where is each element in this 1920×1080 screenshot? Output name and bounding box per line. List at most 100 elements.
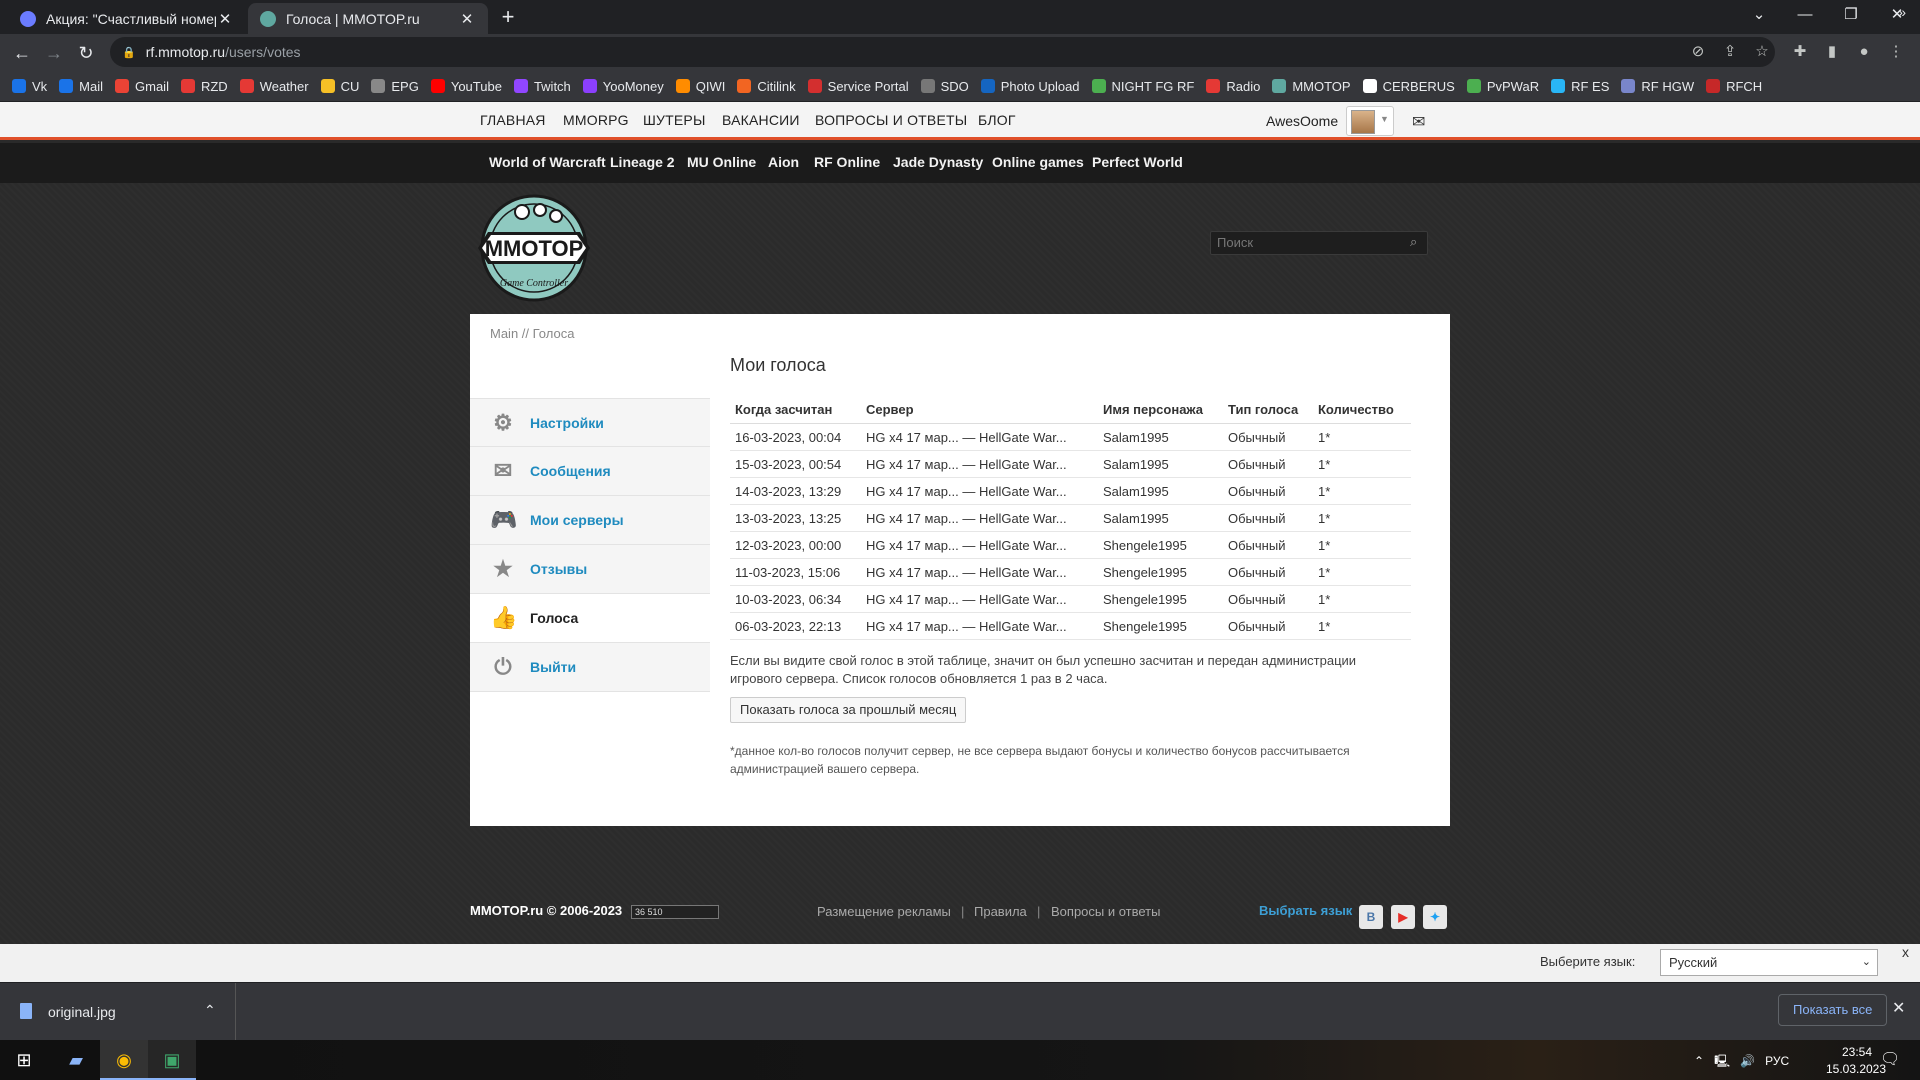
bookmark-star-icon[interactable]: ☆ [1750, 40, 1774, 64]
bookmark-epg[interactable]: EPG [371, 79, 419, 94]
search-input[interactable]: Поиск [1210, 231, 1428, 255]
new-tab-plus-icon[interactable]: + [496, 6, 520, 30]
profile-avatar-icon[interactable]: ● [1852, 40, 1876, 64]
tray-chevron-icon[interactable]: ⌃ [1694, 1054, 1704, 1068]
game-link-mu-online[interactable]: MU Online [687, 154, 756, 170]
network-icon[interactable]: 🖳 [1714, 1054, 1730, 1068]
tab-search-chevron-icon[interactable]: ⌄ [1736, 0, 1782, 32]
youtube-icon[interactable]: ▶ [1391, 905, 1415, 929]
sidebar-item-star[interactable]: ★ Отзывы [470, 545, 710, 594]
pinned-app-icon[interactable]: ▰ [52, 1040, 100, 1080]
chrome-taskbar-icon[interactable]: ◉ [100, 1040, 148, 1080]
language-select[interactable]: Русский ⌄ [1660, 949, 1878, 976]
previous-month-button[interactable]: Показать голоса за прошлый месяц [730, 697, 967, 723]
bookmark-photo-upload[interactable]: Photo Upload [980, 79, 1080, 94]
back-arrow-icon[interactable]: ← [8, 39, 36, 67]
bookmark-cerberus[interactable]: CERBERUS [1362, 79, 1455, 94]
footer-link-ads[interactable]: Размещение рекламы [817, 904, 951, 919]
search-icon[interactable]: ⌕ [1410, 234, 1417, 250]
bookmark-mmotop[interactable]: MMOTOP [1272, 79, 1351, 94]
game-link-jade-dynasty[interactable]: Jade Dynasty [893, 154, 983, 170]
sidebar-item-gamepad[interactable]: 🎮 Мои серверы [470, 496, 710, 545]
game-link-online-games[interactable]: Online games [992, 154, 1084, 170]
input-language[interactable]: РУС [1765, 1054, 1789, 1068]
nav-mmorpg[interactable]: MMORPG [563, 112, 629, 128]
bookmark-twitch[interactable]: Twitch [513, 79, 571, 94]
vk-icon[interactable]: В [1359, 905, 1383, 929]
messages-envelope-icon[interactable]: ✉ [1412, 112, 1425, 132]
bookmark-gmail[interactable]: Gmail [115, 79, 169, 94]
nav-shooters[interactable]: ШУТЕРЫ [643, 112, 706, 128]
bookmark-mail[interactable]: Mail [59, 79, 103, 94]
sidebar-item-mail[interactable]: ✉ Сообщения [470, 447, 710, 496]
volume-icon[interactable]: 🔊 [1740, 1054, 1755, 1068]
bookmark-qiwi[interactable]: QIWI [675, 79, 725, 94]
extensions-puzzle-icon[interactable]: ✚ [1788, 40, 1812, 64]
game-link-lineage2[interactable]: Lineage 2 [610, 154, 675, 170]
nav-faq[interactable]: ВОПРОСЫ И ОТВЕТЫ [815, 112, 967, 128]
cell-server[interactable]: HG x4 17 мар... — HellGate War... [861, 531, 1098, 559]
cell-server[interactable]: HG x4 17 мар... — HellGate War... [861, 585, 1098, 613]
forward-arrow-icon[interactable]: → [40, 39, 68, 67]
windows-start-icon[interactable]: ⊞ [0, 1040, 48, 1080]
share-icon[interactable]: ⇪ [1718, 40, 1742, 64]
bookmark-rf-es[interactable]: RF ES [1551, 79, 1609, 94]
cell-server[interactable]: HG x4 17 мар... — HellGate War... [861, 450, 1098, 478]
bookmark-rfch[interactable]: RFCH [1706, 79, 1762, 94]
restore-icon[interactable]: ❐ [1828, 0, 1874, 32]
mmotop-logo[interactable]: MMOTOP Game Controller [470, 192, 598, 302]
username[interactable]: AwesOome [1266, 113, 1338, 129]
clock-time[interactable]: 23:54 [1832, 1045, 1882, 1059]
game-link-wow[interactable]: World of Warcraft [489, 154, 606, 170]
bookmark-service-portal[interactable]: Service Portal [807, 79, 909, 94]
cell-server[interactable]: HG x4 17 мар... — HellGate War... [861, 477, 1098, 505]
download-item[interactable]: original.jpg ⌃ [0, 983, 236, 1041]
close-window-icon[interactable]: ✕ [1874, 0, 1920, 32]
visitor-counter[interactable]: 36 510 [631, 905, 719, 919]
bookmark-weather[interactable]: Weather [239, 79, 309, 94]
reload-icon[interactable]: ↻ [72, 39, 100, 67]
cell-server[interactable]: HG x4 17 мар... — HellGate War... [861, 504, 1098, 532]
close-tab-icon[interactable]: ✕ [216, 10, 234, 28]
sidebar-item-thumbs-up[interactable]: 👍 Голоса [470, 594, 710, 643]
bookmark-cu[interactable]: CU [320, 79, 359, 94]
cell-server[interactable]: HG x4 17 мар... — HellGate War... [861, 558, 1098, 586]
game-link-aion[interactable]: Aion [768, 154, 799, 170]
twitter-icon[interactable]: ✦ [1423, 905, 1447, 929]
bookmark-vk[interactable]: Vk [12, 79, 47, 94]
bookmark-rf-hgw[interactable]: RF HGW [1621, 79, 1694, 94]
sidebar-item-power[interactable]: ⏻ Выйти [470, 643, 710, 692]
show-all-downloads-button[interactable]: Показать все [1778, 994, 1888, 1026]
game-link-perfect-world[interactable]: Perfect World [1092, 154, 1183, 170]
game-link-rf-online[interactable]: RF Online [814, 154, 880, 170]
footer-link-faq[interactable]: Вопросы и ответы [1051, 904, 1160, 919]
bookmarks-more-icon[interactable]: » [1898, 4, 1906, 20]
bookmark-rzd[interactable]: RZD [180, 79, 228, 94]
menu-kebab-icon[interactable]: ⋮ [1884, 40, 1908, 64]
cell-server[interactable]: HG x4 17 мар... — HellGate War... [861, 612, 1098, 640]
nav-main[interactable]: ГЛАВНАЯ [480, 112, 546, 128]
choose-language-link[interactable]: Выбрать язык [1259, 903, 1352, 918]
bookmark-sdo[interactable]: SDO [920, 79, 969, 94]
close-tab-icon[interactable]: ✕ [458, 10, 476, 28]
address-bar[interactable]: 🔒 rf.mmotop.ru/users/votes [110, 37, 1775, 67]
game-taskbar-icon[interactable]: ▣ [148, 1040, 196, 1080]
minimize-icon[interactable]: — [1782, 0, 1828, 32]
system-tray[interactable]: ⌃ 🖳 🔊 РУС [1694, 1052, 1789, 1073]
notifications-icon[interactable]: 🗨 [1880, 1049, 1900, 1069]
sidebar-item-gear[interactable]: ⚙ Настройки [470, 398, 710, 447]
eye-off-icon[interactable]: ⊘ [1686, 40, 1710, 64]
cell-server[interactable]: HG x4 17 мар... — HellGate War... [861, 423, 1098, 451]
close-language-bar-icon[interactable]: x [1902, 944, 1909, 960]
close-download-shelf-icon[interactable]: ✕ [1892, 998, 1905, 1018]
bookmark-citilink[interactable]: Citilink [737, 79, 796, 94]
side-panel-icon[interactable]: ▮ [1820, 40, 1844, 64]
bookmark-night-fg-rf[interactable]: NIGHT FG RF [1091, 79, 1194, 94]
chevron-up-icon[interactable]: ⌃ [204, 1002, 216, 1019]
bookmark-pvpwar[interactable]: PvPWaR [1466, 79, 1539, 94]
bookmark-youtube[interactable]: YouTube [430, 79, 502, 94]
browser-tab-promo[interactable]: Акция: "Счастливый номер" 1 t ✕ [8, 3, 246, 34]
user-avatar-menu[interactable]: ▼ [1346, 106, 1394, 136]
bookmark-radio[interactable]: Radio [1206, 79, 1260, 94]
footer-link-rules[interactable]: Правила [974, 904, 1027, 919]
